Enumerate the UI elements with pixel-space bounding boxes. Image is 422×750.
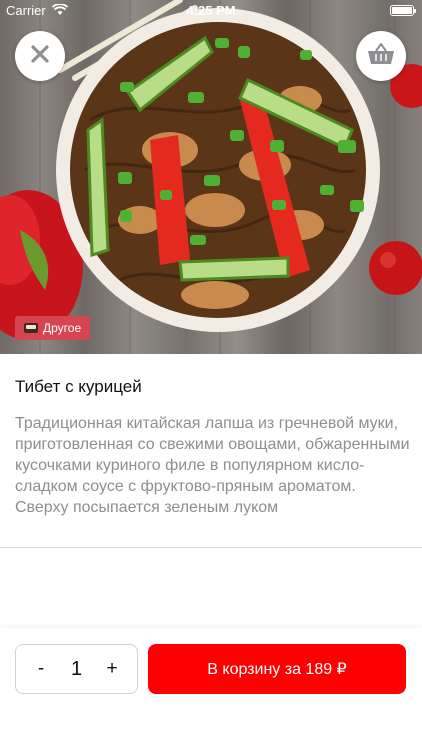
status-bar: Carrier 4:25 PM bbox=[0, 0, 422, 22]
product-description: Традиционная китайская лапша из гречнево… bbox=[15, 415, 410, 516]
product-title: Тибет с курицей bbox=[15, 377, 142, 396]
divider bbox=[0, 547, 422, 548]
clock: 4:25 PM bbox=[186, 3, 236, 18]
category-label: Другое bbox=[43, 321, 82, 335]
battery-icon bbox=[390, 5, 416, 16]
order-bar: - 1 + В корзину за 189 ₽ bbox=[0, 628, 422, 750]
quantity-stepper: - 1 + bbox=[15, 644, 138, 694]
add-to-cart-label: В корзину за 189 ₽ bbox=[207, 661, 347, 678]
category-badge: Другое bbox=[15, 316, 91, 340]
add-to-cart-button[interactable]: В корзину за 189 ₽ bbox=[148, 644, 406, 694]
close-icon bbox=[30, 44, 50, 69]
basket-icon bbox=[367, 42, 395, 71]
bento-box-icon bbox=[24, 323, 38, 333]
increase-button[interactable]: + bbox=[103, 658, 121, 680]
decrease-button[interactable]: - bbox=[32, 658, 50, 680]
close-button[interactable] bbox=[15, 31, 65, 81]
basket-button[interactable] bbox=[356, 31, 406, 81]
quantity-value: 1 bbox=[70, 657, 83, 680]
